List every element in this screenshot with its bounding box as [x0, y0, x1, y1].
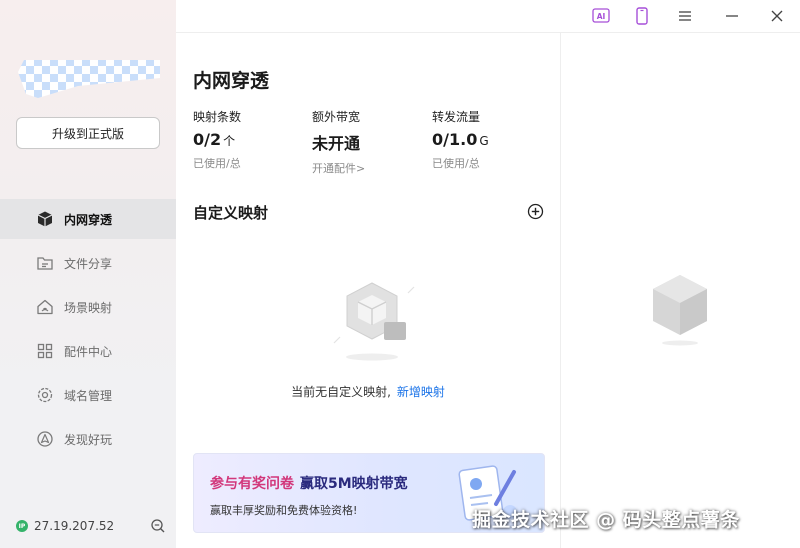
- stat-sub: 已使用/总: [432, 157, 480, 170]
- stat-mapping-count: 映射条数 0/2 个 已使用/总: [193, 108, 303, 171]
- domain-settings-icon: [37, 387, 53, 403]
- sidebar-item-accessory-center[interactable]: 配件中心: [0, 331, 176, 371]
- ai-button[interactable]: AI: [589, 5, 613, 27]
- ip-status: IP 27.19.207.52: [16, 517, 166, 535]
- sidebar-item-label: 内网穿透: [64, 212, 113, 227]
- sidebar-nav: 内网穿透 文件分享 场景映射 配件中心 域名管理 发现好玩: [0, 199, 176, 463]
- ip-address: 27.19.207.52: [34, 519, 115, 533]
- sidebar-item-intranet[interactable]: 内网穿透: [0, 199, 176, 239]
- hamburger-menu-icon: [679, 11, 691, 21]
- add-mapping-icon[interactable]: [527, 203, 544, 220]
- avatar: [18, 60, 160, 98]
- sidebar-item-label: 域名管理: [64, 388, 113, 403]
- ai-icon: AI: [592, 8, 610, 23]
- detail-panel: [560, 33, 800, 548]
- sidebar-item-label: 发现好玩: [64, 432, 113, 447]
- sidebar-item-discover[interactable]: 发现好玩: [0, 419, 176, 459]
- ip-badge-icon: IP: [16, 520, 28, 532]
- stat-value: 0/2 个: [193, 130, 236, 149]
- menu-button[interactable]: [673, 5, 697, 27]
- sidebar-item-scene-mapping[interactable]: 场景映射: [0, 287, 176, 327]
- mobile-button[interactable]: [630, 5, 654, 27]
- sidebar: 升级到正式版 内网穿透 文件分享 场景映射 配件中心 域名管理 发现好玩 IP …: [0, 0, 176, 548]
- grid-icon: [37, 343, 53, 359]
- mobile-icon: [636, 7, 648, 25]
- minimize-icon: [726, 15, 738, 17]
- minimize-button[interactable]: [720, 5, 744, 27]
- stats-row: 映射条数 0/2 个 已使用/总 额外带宽 未开通 开通配件> 转发流量 0/1.…: [193, 108, 553, 175]
- stat-value: 未开通: [312, 134, 361, 153]
- watermark: 掘金技术社区 @ 码头整点薯条: [472, 509, 740, 531]
- cube-icon: [37, 211, 53, 227]
- home-icon: [37, 299, 53, 315]
- sidebar-item-label: 场景映射: [64, 300, 113, 315]
- stat-label: 映射条数: [193, 110, 242, 124]
- sidebar-item-label: 文件分享: [64, 256, 113, 271]
- stat-label: 转发流量: [432, 110, 481, 124]
- sidebar-item-label: 配件中心: [64, 344, 113, 359]
- stat-label: 额外带宽: [312, 110, 361, 124]
- empty-state: 当前无自定义映射, 新增映射: [176, 383, 560, 400]
- cube-placeholder-icon: [653, 275, 707, 346]
- empty-state-text: 当前无自定义映射,: [291, 385, 391, 399]
- stat-forward-traffic: 转发流量 0/1.0 G 已使用/总: [432, 108, 542, 171]
- empty-box-icon: [333, 282, 415, 361]
- open-accessory-link[interactable]: 开通配件>: [312, 160, 422, 176]
- banner-title: 参与有奖问卷 赢取5M映射带宽: [210, 476, 408, 492]
- sidebar-item-domain-management[interactable]: 域名管理: [0, 375, 176, 415]
- zoom-search-icon[interactable]: [150, 518, 166, 534]
- banner-subtitle: 赢取丰厚奖励和免费体验资格!: [210, 504, 358, 517]
- add-mapping-link[interactable]: 新增映射: [397, 385, 445, 399]
- main-panel: 内网穿透 映射条数 0/2 个 已使用/总 额外带宽 未开通 开通配件> 转发流量…: [176, 33, 560, 548]
- sidebar-item-file-share[interactable]: 文件分享: [0, 243, 176, 283]
- close-button[interactable]: [765, 5, 789, 27]
- upgrade-button[interactable]: 升级到正式版: [16, 117, 160, 149]
- discover-icon: [37, 431, 53, 447]
- stat-sub: 已使用/总: [193, 157, 241, 170]
- custom-mapping-title: 自定义映射: [193, 204, 269, 222]
- stat-value: 0/1.0 G: [432, 130, 489, 149]
- ai-label: AI: [597, 12, 606, 21]
- close-icon: [771, 10, 783, 22]
- folder-share-icon: [37, 257, 53, 270]
- page-title: 内网穿透: [193, 70, 270, 92]
- stat-extra-bandwidth: 额外带宽 未开通 开通配件>: [312, 108, 422, 176]
- title-bar: AI: [176, 0, 800, 33]
